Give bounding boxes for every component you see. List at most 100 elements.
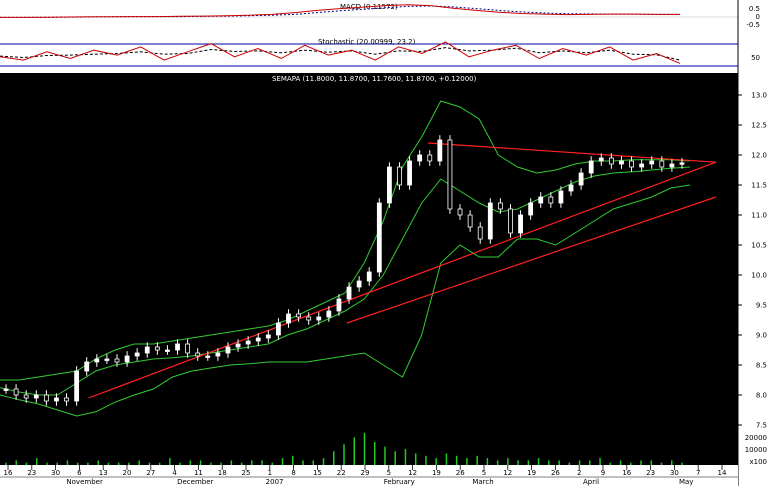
candle-body [94, 358, 100, 363]
candle-body [518, 214, 523, 234]
candle-body [447, 139, 453, 210]
candle-body [538, 196, 544, 204]
candle-body [316, 316, 322, 321]
candle-body [225, 346, 231, 354]
price-ytick: 9.5 [756, 302, 767, 310]
candle-body [64, 397, 69, 402]
x-day-tick: 18 [218, 469, 227, 477]
x-day-tick: 30 [670, 469, 679, 477]
stock-chart-svg: MACD (0.11572) Stochastic (20.00999, 23.… [0, 0, 770, 486]
price-ytick: 7.5 [756, 422, 767, 430]
chart-root: MACD (0.11572) Stochastic (20.00999, 23.… [0, 0, 770, 486]
candle-body [205, 355, 211, 358]
candle-body [417, 154, 423, 162]
candle-body [195, 352, 201, 357]
candle-body [276, 322, 281, 336]
candle-body [608, 157, 614, 165]
x-day-tick: 12 [408, 469, 417, 477]
candle-body [144, 346, 150, 354]
x-month-label: February [384, 478, 415, 486]
x-day-tick: 25 [242, 469, 251, 477]
candle-body [487, 202, 493, 240]
candle-body [245, 340, 251, 345]
candle-body [306, 316, 312, 321]
candle-body [296, 313, 301, 318]
candle-body [74, 370, 80, 402]
x-day-tick: 26 [456, 469, 465, 477]
price-ytick: 10.5 [751, 242, 767, 250]
x-day-tick: 9 [601, 469, 605, 477]
candle-body [679, 162, 685, 165]
candle-body [407, 160, 412, 186]
volume-ytick: x100 [749, 458, 767, 466]
candle-body [457, 208, 463, 216]
x-day-tick: 22 [337, 469, 346, 477]
x-day-tick: 23 [646, 469, 655, 477]
x-day-tick: 29 [361, 469, 370, 477]
x-day-tick: 23 [27, 469, 36, 477]
candle-body [154, 346, 160, 351]
candle-body [669, 163, 675, 168]
x-month-label: April [583, 478, 599, 486]
stochastic-title: Stochastic (20.00999, 23.2) [318, 38, 416, 46]
candle-body [467, 214, 473, 228]
x-day-tick: 16 [4, 469, 13, 477]
x-day-tick: 20 [123, 469, 132, 477]
price-ytick: 11.0 [751, 212, 767, 220]
candle-body [558, 190, 564, 204]
x-day-tick: 16 [622, 469, 631, 477]
price-ytick: 12.0 [751, 152, 767, 160]
candle-body [43, 394, 49, 402]
price-ytick: 10.0 [751, 272, 767, 280]
instrument-label: SEMAPA (11.8000, 11.8700, 11.7600, 11.87… [272, 75, 477, 83]
x-day-tick: 26 [551, 469, 560, 477]
candle-body [286, 313, 291, 324]
candle-body [134, 352, 140, 357]
stochastic-ytick: 50 [751, 54, 760, 62]
candle-body [84, 361, 90, 372]
candle-body [578, 172, 584, 186]
x-day-tick: 4 [172, 469, 177, 477]
x-day-tick: 6 [77, 469, 82, 477]
candle-body [356, 280, 362, 288]
candle-body [397, 166, 402, 186]
candle-body [639, 163, 645, 168]
candle-body [659, 160, 665, 168]
macd-ytick: -0.5 [746, 21, 760, 29]
candle-body [437, 139, 443, 162]
price-ytick: 11.5 [751, 182, 767, 190]
price-ytick: 8.5 [756, 362, 767, 370]
x-day-tick: 12 [503, 469, 512, 477]
candle-body [376, 202, 382, 273]
candle-body [629, 160, 634, 168]
candle-body [23, 394, 29, 399]
candle-body [366, 271, 372, 282]
candle-body [649, 160, 655, 165]
x-day-tick: 19 [432, 469, 441, 477]
x-month-label: December [177, 478, 213, 486]
x-day-tick: 15 [313, 469, 322, 477]
price-ytick: 9.0 [756, 332, 767, 340]
price-ytick: 8.0 [756, 392, 767, 400]
candle-body [346, 286, 352, 300]
candle-body [548, 196, 554, 204]
candle-body [3, 388, 9, 391]
x-day-tick: 27 [146, 469, 155, 477]
candle-body [54, 397, 59, 402]
x-day-tick: 5 [482, 469, 486, 477]
x-day-tick: 19 [527, 469, 536, 477]
macd-ytick: 0.5 [749, 5, 760, 13]
candle-body [215, 352, 221, 357]
candle-body [175, 343, 180, 351]
candle-body [114, 358, 120, 363]
x-day-tick: 14 [718, 469, 727, 477]
candle-body [13, 388, 19, 396]
macd-ytick: 0 [756, 13, 760, 21]
x-month-label: March [472, 478, 493, 486]
x-day-tick: 8 [291, 469, 295, 477]
volume-ytick: 20000 [745, 434, 767, 442]
x-day-tick: 5 [387, 469, 391, 477]
x-month-label: 2007 [266, 478, 284, 486]
price-ytick: 13.0 [751, 92, 767, 100]
candle-body [265, 334, 271, 339]
